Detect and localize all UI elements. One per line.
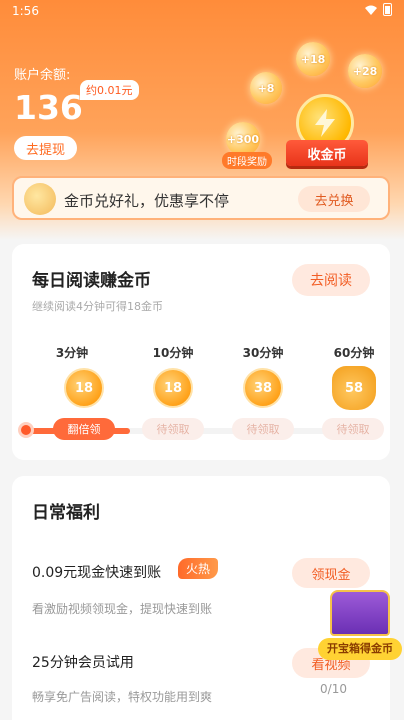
coin-bubble-18[interactable]: +18 xyxy=(296,42,330,76)
coin-bubble-300[interactable]: +300 xyxy=(226,122,260,156)
wifi-icon xyxy=(365,5,377,15)
pending-claim-button-30[interactable]: 待领取 xyxy=(232,418,294,440)
step-coin-10: 18 xyxy=(153,368,193,408)
balance-label: 账户余额: xyxy=(14,68,71,83)
lightning-icon xyxy=(315,109,335,137)
task-progress-vip: 0/10 xyxy=(320,682,347,696)
balance-approx-badge: 约0.01元 xyxy=(80,80,139,100)
coin-bubble-28[interactable]: +28 xyxy=(348,54,382,88)
coin-bag-icon: 58 xyxy=(332,366,376,410)
reading-title: 每日阅读赚金币 xyxy=(32,271,151,291)
step-time-30: 30分钟 xyxy=(242,346,284,360)
status-time: 1:56 xyxy=(12,4,39,18)
treasure-chest-icon xyxy=(330,590,390,636)
exchange-banner: 金币兑好礼，优惠享不停 去兑换 xyxy=(12,176,390,220)
step-time-60: 60分钟 xyxy=(333,346,375,360)
pending-claim-button-60[interactable]: 待领取 xyxy=(322,418,384,440)
time-reward-label: 时段奖励 xyxy=(222,152,272,169)
collect-coins-button[interactable]: 收金币 xyxy=(286,140,368,166)
step-time-10: 10分钟 xyxy=(152,346,194,360)
welfare-title: 日常福利 xyxy=(32,503,100,523)
withdraw-button[interactable]: 去提现 xyxy=(14,136,77,160)
treasure-chest[interactable]: 开宝箱得金币 xyxy=(318,582,404,662)
status-bar: 1:56 xyxy=(0,0,404,22)
step-coin-3: 18 xyxy=(64,368,104,408)
treasure-chest-label: 开宝箱得金币 xyxy=(318,638,402,660)
double-claim-button[interactable]: 翻倍领 xyxy=(53,418,115,440)
pending-claim-button-10[interactable]: 待领取 xyxy=(142,418,204,440)
go-read-button[interactable]: 去阅读 xyxy=(292,264,370,296)
exchange-button[interactable]: 去兑换 xyxy=(298,186,370,212)
step-time-3: 3分钟 xyxy=(55,346,89,360)
status-icons xyxy=(365,3,392,16)
task-desc-vip: 畅享免广告阅读，特权功能用到爽 xyxy=(32,690,213,704)
progress-marker-icon xyxy=(18,422,34,438)
battery-icon xyxy=(383,3,392,16)
hot-badge: 火热 xyxy=(178,558,219,579)
mascot-icon xyxy=(24,183,56,215)
balance-value: 136 xyxy=(14,88,83,127)
step-coin-30: 38 xyxy=(243,368,283,408)
reading-subtitle: 继续阅读4分钟可得18金币 xyxy=(32,300,163,313)
task-title-vip: 25分钟会员试用 xyxy=(32,655,134,671)
task-desc-cash: 看激励视频领现金，提现快速到账 xyxy=(32,602,213,616)
daily-reading-card: 每日阅读赚金币 继续阅读4分钟可得18金币 去阅读 3分钟 10分钟 30分钟 … xyxy=(12,244,390,460)
task-title-cash: 0.09元现金快速到账 xyxy=(32,565,162,581)
exchange-text: 金币兑好礼，优惠享不停 xyxy=(64,192,230,210)
coin-bubble-8[interactable]: +8 xyxy=(250,72,282,104)
